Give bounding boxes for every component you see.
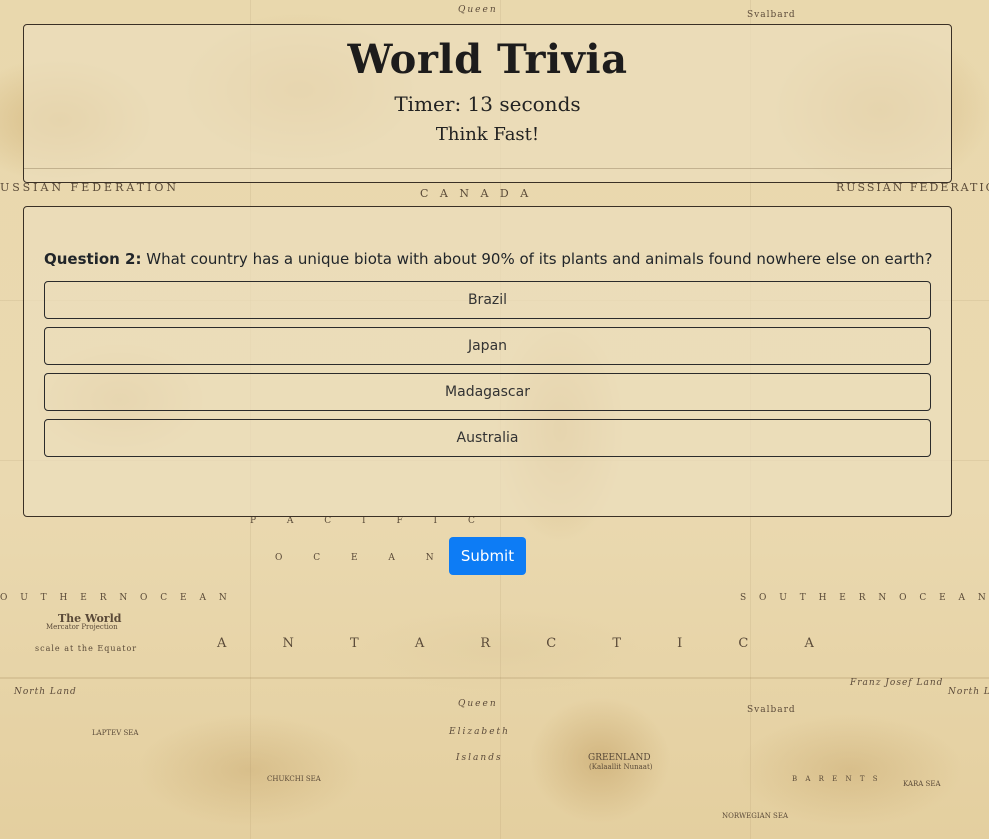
- map-label-elizabeth-bottom: Elizabeth: [449, 727, 510, 737]
- map-label-franz-josef: Franz Josef Land: [850, 678, 944, 688]
- submit-button[interactable]: Submit: [449, 537, 526, 575]
- answer-option-australia[interactable]: Australia: [44, 419, 931, 457]
- map-label-antarctica: A N T A R C T I C A: [217, 636, 840, 651]
- map-seam: [0, 677, 989, 679]
- answer-option-brazil[interactable]: Brazil: [44, 281, 931, 319]
- map-label-greenland-sub: (Kalaallit Nunaat): [589, 763, 653, 771]
- map-label-svalbard: Svalbard: [747, 10, 796, 20]
- answer-option-madagascar[interactable]: Madagascar: [44, 373, 931, 411]
- page-title: World Trivia: [347, 36, 628, 83]
- map-label-svalbard-bottom: Svalbard: [747, 705, 796, 715]
- map-label-kara: KARA SEA: [903, 780, 941, 788]
- map-label-pacific: P A C I F I C: [250, 516, 489, 526]
- header-divider: [24, 168, 951, 169]
- answer-options: Brazil Japan Madagascar Australia: [44, 281, 931, 457]
- map-label-north-land-right: North Land: [948, 687, 989, 697]
- tagline: Think Fast!: [435, 124, 540, 145]
- map-label-barents: B A R E N T S: [792, 775, 881, 783]
- map-label-islands-bottom: Islands: [456, 753, 503, 763]
- map-legend-subtitle: Mercator Projection: [46, 623, 118, 631]
- header-card: World Trivia Timer: 13 seconds Think Fas…: [23, 24, 952, 183]
- map-label-greenland: GREENLAND: [588, 753, 651, 763]
- question-card: Question 2: What country has a unique bi…: [23, 206, 952, 517]
- map-legend-scale: scale at the Equator: [35, 644, 138, 653]
- map-label-laptev: LAPTEV SEA: [92, 729, 139, 737]
- map-label-chukchi: CHUKCHI SEA: [267, 775, 321, 783]
- question-number: Question 2:: [44, 250, 142, 268]
- map-label-north-land-left: North Land: [14, 687, 77, 697]
- map-label-canada: C A N A D A: [420, 187, 533, 200]
- map-label-ocean: O C E A N: [275, 553, 448, 563]
- question-body: What country has a unique biota with abo…: [141, 250, 933, 268]
- map-label-southern-left: O U T H E R N O C E A N: [0, 593, 232, 603]
- map-label-queen: Queen: [458, 5, 498, 15]
- map-label-norwegian: NORWEGIAN SEA: [722, 812, 789, 820]
- map-label-queen-bottom: Queen: [458, 699, 498, 709]
- answer-option-japan[interactable]: Japan: [44, 327, 931, 365]
- timer-display: Timer: 13 seconds: [394, 92, 581, 116]
- question-text: Question 2: What country has a unique bi…: [44, 249, 933, 269]
- map-label-southern-right: S O U T H E R N O C E A N: [740, 593, 989, 603]
